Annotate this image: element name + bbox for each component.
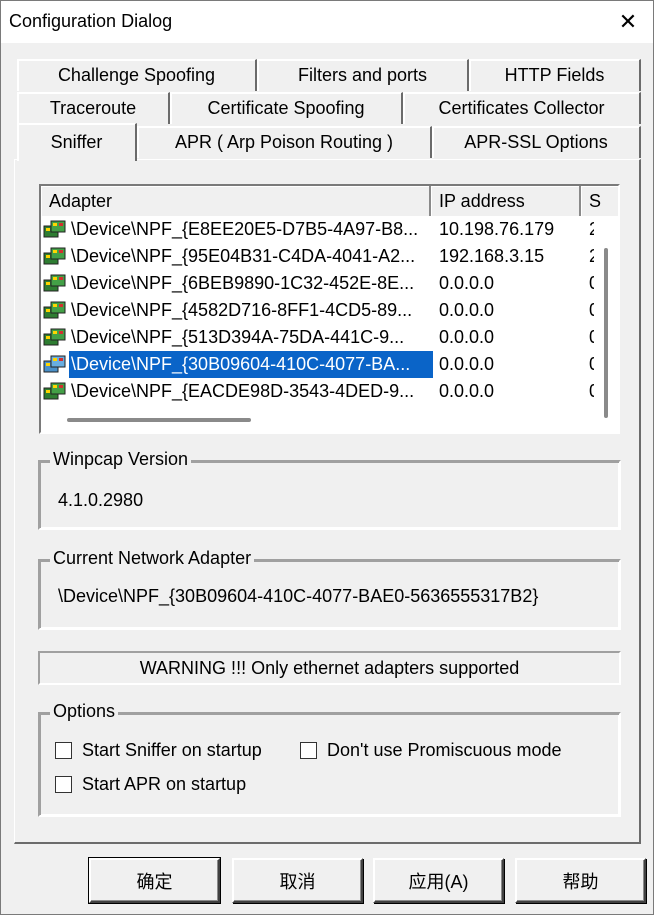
dialog-title: Configuration Dialog xyxy=(9,11,173,31)
winpcap-version-label: Winpcap Version xyxy=(50,449,192,470)
tab-http-fields[interactable]: HTTP Fields xyxy=(469,59,641,91)
options-group: Options xyxy=(38,701,621,817)
table-row[interactable]: \Device\NPF_{95E04B31-C4DA-4041-A2... 192… xyxy=(41,243,599,270)
adapter-name: \Device\NPF_{95E04B31-C4DA-4041-A2... xyxy=(71,246,416,266)
table-row[interactable]: \Device\NPF_{6BEB9890-1C32-452E-8E... 0.0… xyxy=(41,270,599,297)
adapter-ip: 0.0.0.0 xyxy=(439,354,495,374)
tab-challenge-spoofing[interactable]: Challenge Spoofing xyxy=(17,59,257,91)
tab-certificates-collector[interactable]: Certificates Collector xyxy=(403,92,641,124)
adapter-name: \Device\NPF_{6BEB9890-1C32-452E-8E... xyxy=(71,273,415,293)
tab-filters-and-ports[interactable]: Filters and ports xyxy=(257,59,469,91)
tab-traceroute[interactable]: Traceroute xyxy=(17,92,170,124)
adapter-ip: 0.0.0.0 xyxy=(439,381,495,401)
tab-certificate-spoofing[interactable]: Certificate Spoofing xyxy=(170,92,403,124)
network-adapter-icon xyxy=(43,355,67,375)
warning-message: WARNING !!! Only ethernet adapters suppo… xyxy=(38,651,621,685)
adapter-name: \Device\NPF_{4582D716-8FF1-4CD5-89... xyxy=(71,300,413,320)
horizontal-scrollbar[interactable] xyxy=(41,406,596,432)
current-network-adapter-value: \Device\NPF_{30B09604-410C-4077-BAE0-563… xyxy=(58,586,539,606)
current-network-adapter-group: Current Network Adapter \Device\NPF_{30B… xyxy=(38,548,621,630)
adapter-ip: 0.0.0.0 xyxy=(439,273,495,293)
title-bar: Configuration Dialog ✕ xyxy=(1,1,653,43)
adapter-name: \Device\NPF_{30B09604-410C-4077-BA... xyxy=(69,351,433,378)
help-button[interactable]: 帮助 xyxy=(515,858,646,903)
adapter-ip: 0.0.0.0 xyxy=(439,327,495,347)
column-ip-address[interactable]: IP address xyxy=(431,186,581,216)
table-row[interactable]: \Device\NPF_{EACDE98D-3543-4DED-9... 0.0.… xyxy=(41,378,599,405)
ok-button[interactable]: 确定 xyxy=(88,857,221,904)
network-adapter-icon xyxy=(43,328,67,348)
winpcap-version-group: Winpcap Version 4.1.0.2980 xyxy=(38,449,621,530)
start-sniffer-label: Start Sniffer on startup xyxy=(82,740,262,760)
table-row[interactable]: \Device\NPF_{30B09604-410C-4077-BA... 0.0… xyxy=(41,351,599,378)
adapter-ip: 192.168.3.15 xyxy=(439,246,545,266)
close-icon[interactable]: ✕ xyxy=(603,1,653,43)
adapter-list[interactable]: Adapter IP address S \Device\NPF_{E8EE20… xyxy=(39,184,620,434)
checkbox-box[interactable] xyxy=(300,742,317,759)
no-promiscuous-label: Don't use Promiscuous mode xyxy=(327,740,562,760)
adapter-rows: \Device\NPF_{E8EE20E5-D7B5-4A97-B8... 10.… xyxy=(41,216,599,405)
tab-apr[interactable]: APR ( Arp Poison Routing ) xyxy=(137,126,432,158)
cancel-button[interactable]: 取消 xyxy=(232,858,363,903)
checkbox-box[interactable] xyxy=(55,742,72,759)
network-adapter-icon xyxy=(43,247,67,267)
adapter-name: \Device\NPF_{513D394A-75DA-441C-9... xyxy=(71,327,405,347)
start-sniffer-checkbox[interactable]: Start Sniffer on startup xyxy=(55,740,262,761)
winpcap-version-value: 4.1.0.2980 xyxy=(58,490,144,510)
vertical-scrollbar[interactable] xyxy=(594,216,618,432)
start-apr-checkbox[interactable]: Start APR on startup xyxy=(55,774,246,795)
network-adapter-icon xyxy=(43,220,67,240)
column-subnet[interactable]: S xyxy=(581,186,618,216)
tab-apr-ssl-options[interactable]: APR-SSL Options xyxy=(432,126,641,158)
adapter-list-header: Adapter IP address S xyxy=(41,186,618,216)
apply-button[interactable]: 应用(A) xyxy=(373,858,504,903)
vertical-scroll-thumb[interactable] xyxy=(604,248,608,418)
no-promiscuous-checkbox[interactable]: Don't use Promiscuous mode xyxy=(300,740,562,761)
adapter-ip: 0.0.0.0 xyxy=(439,300,495,320)
column-adapter[interactable]: Adapter xyxy=(41,186,431,216)
checkbox-box[interactable] xyxy=(55,776,72,793)
start-apr-label: Start APR on startup xyxy=(82,774,247,794)
horizontal-scroll-thumb[interactable] xyxy=(67,418,251,422)
current-network-adapter-label: Current Network Adapter xyxy=(50,548,255,569)
table-row[interactable]: \Device\NPF_{E8EE20E5-D7B5-4A97-B8... 10.… xyxy=(41,216,599,243)
network-adapter-icon xyxy=(43,274,67,294)
options-label: Options xyxy=(50,701,119,722)
adapter-ip: 10.198.76.179 xyxy=(439,219,555,239)
tab-sniffer[interactable]: Sniffer xyxy=(17,123,137,161)
adapter-name: \Device\NPF_{EACDE98D-3543-4DED-9... xyxy=(71,381,415,401)
configuration-dialog: Configuration Dialog ✕ Challenge Spoofin… xyxy=(0,0,654,915)
table-row[interactable]: \Device\NPF_{4582D716-8FF1-4CD5-89... 0.0… xyxy=(41,297,599,324)
table-row[interactable]: \Device\NPF_{513D394A-75DA-441C-9... 0.0.… xyxy=(41,324,599,351)
network-adapter-icon xyxy=(43,382,67,402)
network-adapter-icon xyxy=(43,301,67,321)
adapter-name: \Device\NPF_{E8EE20E5-D7B5-4A97-B8... xyxy=(71,219,419,239)
